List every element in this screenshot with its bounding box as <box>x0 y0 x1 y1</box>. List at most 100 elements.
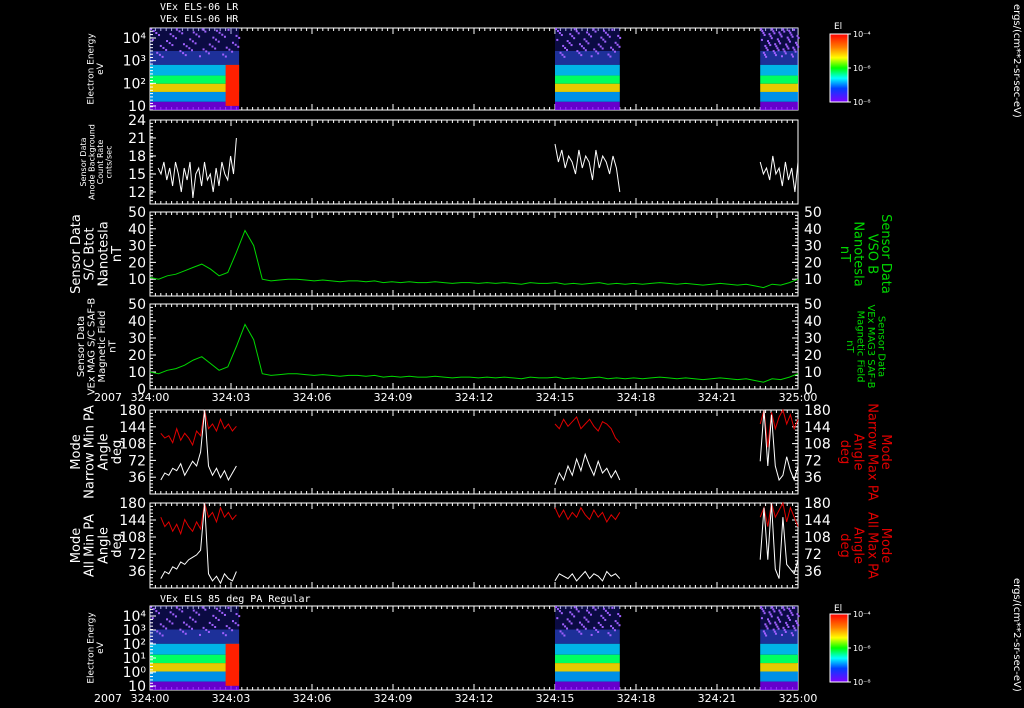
p1-heat-speck <box>775 45 778 48</box>
p4-ytick-label-right: 20 <box>804 348 822 364</box>
p7-heat-speck <box>791 634 794 637</box>
p7-heat-speck <box>158 632 161 635</box>
p7-heat-speck <box>165 627 168 630</box>
p6-series-1-segment-0 <box>160 502 237 585</box>
p2-ytick-label: 15 <box>128 167 146 183</box>
p7-heat-band <box>760 643 798 655</box>
p1-heat-speck <box>773 52 776 55</box>
p3-ylabel-line: nT <box>110 246 125 262</box>
p1-heat-speck <box>782 48 785 51</box>
p4-ylabel-right-line: VEx MAG3 SAF-B <box>865 304 876 388</box>
p1-heat-speck <box>181 32 184 35</box>
p1-heat-speck <box>578 52 581 55</box>
p4-ylabel-right-line: Magnetic Field <box>854 310 865 382</box>
p7-heat-speck <box>599 623 602 626</box>
p1-heat-speck <box>796 34 799 37</box>
p1-heat-speck <box>780 35 783 38</box>
p7-heat-speck <box>760 617 763 620</box>
p5-ytick-label-right: 72 <box>804 453 822 469</box>
p7-heat-speck <box>619 615 622 618</box>
p7-heat-speck <box>561 632 564 635</box>
p5-ytick-label: 36 <box>128 470 146 486</box>
p7-heat-speck <box>573 615 576 618</box>
p7-heat-speck <box>227 606 230 609</box>
p7-heat-speck <box>771 606 774 609</box>
p1-ytick-label: 10⁴ <box>123 31 147 47</box>
p7-heat-speck <box>175 606 178 609</box>
p1-heat-band <box>555 75 620 84</box>
p1-heat-speck <box>760 28 763 30</box>
colorbar-unit-bottom: ergs/(cm**2-sr-sec-eV) <box>1011 578 1022 692</box>
p1-heat-speck <box>178 30 181 33</box>
p1-heat-speck <box>580 45 583 48</box>
p7-heat-speck <box>161 634 164 637</box>
p6-ylabel-right: ModeAll Max PAAngledeg <box>837 512 893 579</box>
p7-heat-speck <box>588 611 591 614</box>
p7-heat-speck <box>207 630 210 633</box>
p7-heat-speck <box>779 620 782 623</box>
year-label: 2007 <box>94 692 122 705</box>
p7-heat-speck <box>780 613 783 616</box>
p1-heat-speck <box>238 36 241 39</box>
time-tick-label: 324:12 <box>455 391 494 404</box>
p7-heat-speck <box>796 613 799 616</box>
p1-heat-speck <box>766 48 769 51</box>
p1-heat-speck <box>158 34 161 37</box>
p1-heat-speck <box>778 31 781 34</box>
p1-heat-speck <box>172 35 175 38</box>
p7-heat-speck <box>765 634 768 637</box>
p1-heat-speck <box>215 38 218 41</box>
p1-heat-speck <box>797 45 800 48</box>
p1-heat-speck <box>568 42 571 45</box>
time-tick-label: 324:21 <box>698 692 737 705</box>
p4-ylabel-right-line: Sensor Data <box>875 316 886 377</box>
p3-ytick-label: 30 <box>128 239 146 255</box>
p7-heat-speck <box>571 613 574 616</box>
p7-heat-speck <box>797 615 800 618</box>
p7-heat-speck <box>218 609 221 612</box>
p7-heat-speck <box>597 621 600 624</box>
p7-heat-speck <box>786 614 789 617</box>
p1-heat-speck <box>614 41 617 44</box>
p7-heat-speck <box>212 614 215 617</box>
cbar-top-colorbar <box>829 33 849 103</box>
time-tick-label: 324:21 <box>698 391 737 404</box>
p7-heat-speck <box>780 633 783 636</box>
p4-ytick-label-right: 40 <box>804 314 822 330</box>
p3-ylabel-right: Sensor DataVSO BNanoteslanT <box>837 214 893 294</box>
p1-heat-speck <box>556 38 559 41</box>
p7-heat-speck <box>609 634 612 637</box>
p1-heat-speck <box>602 29 605 32</box>
p7-heat-speck <box>789 609 792 612</box>
p5-ylabel-line: deg <box>110 440 125 465</box>
p7-heat-speck <box>792 625 795 628</box>
p1-heat-speck <box>772 30 775 33</box>
p7-heat-speck <box>601 625 604 628</box>
p2-frame <box>149 119 799 205</box>
p7-heat-speck <box>779 611 782 614</box>
p7-heat-band <box>760 629 798 644</box>
p1-heat-speck <box>762 51 765 54</box>
p1-heat-speck <box>189 38 192 41</box>
p1-heat-speck <box>569 33 572 36</box>
p5-ytick-label: 144 <box>119 420 146 436</box>
p7-heat-speck <box>189 616 192 619</box>
p1-heat-speck <box>794 41 797 44</box>
p4-ytick-label: 50 <box>128 297 146 313</box>
p7-heat-speck <box>558 610 561 613</box>
p7-heat-speck <box>188 625 191 628</box>
p7-heat-speck <box>782 606 785 609</box>
p7-heat-speck <box>787 616 790 619</box>
p7-heat-speck <box>168 620 171 623</box>
p7-heat-band <box>150 629 240 644</box>
p4-ytick-label: 20 <box>128 348 146 364</box>
p7-heat-speck <box>194 620 197 623</box>
p1-heat-speck <box>790 33 793 36</box>
p1-heat-speck <box>575 30 578 33</box>
p1-heat-speck <box>777 49 780 52</box>
p1-heat-speck <box>599 45 602 48</box>
p4-ylabel: Sensor Data VEx MAG S/C SAF-B Magnetic Fie… <box>76 298 119 396</box>
p1-heat-speck <box>597 43 600 46</box>
p7-heat-speck <box>589 613 592 616</box>
p1-heat-speck <box>791 35 794 38</box>
